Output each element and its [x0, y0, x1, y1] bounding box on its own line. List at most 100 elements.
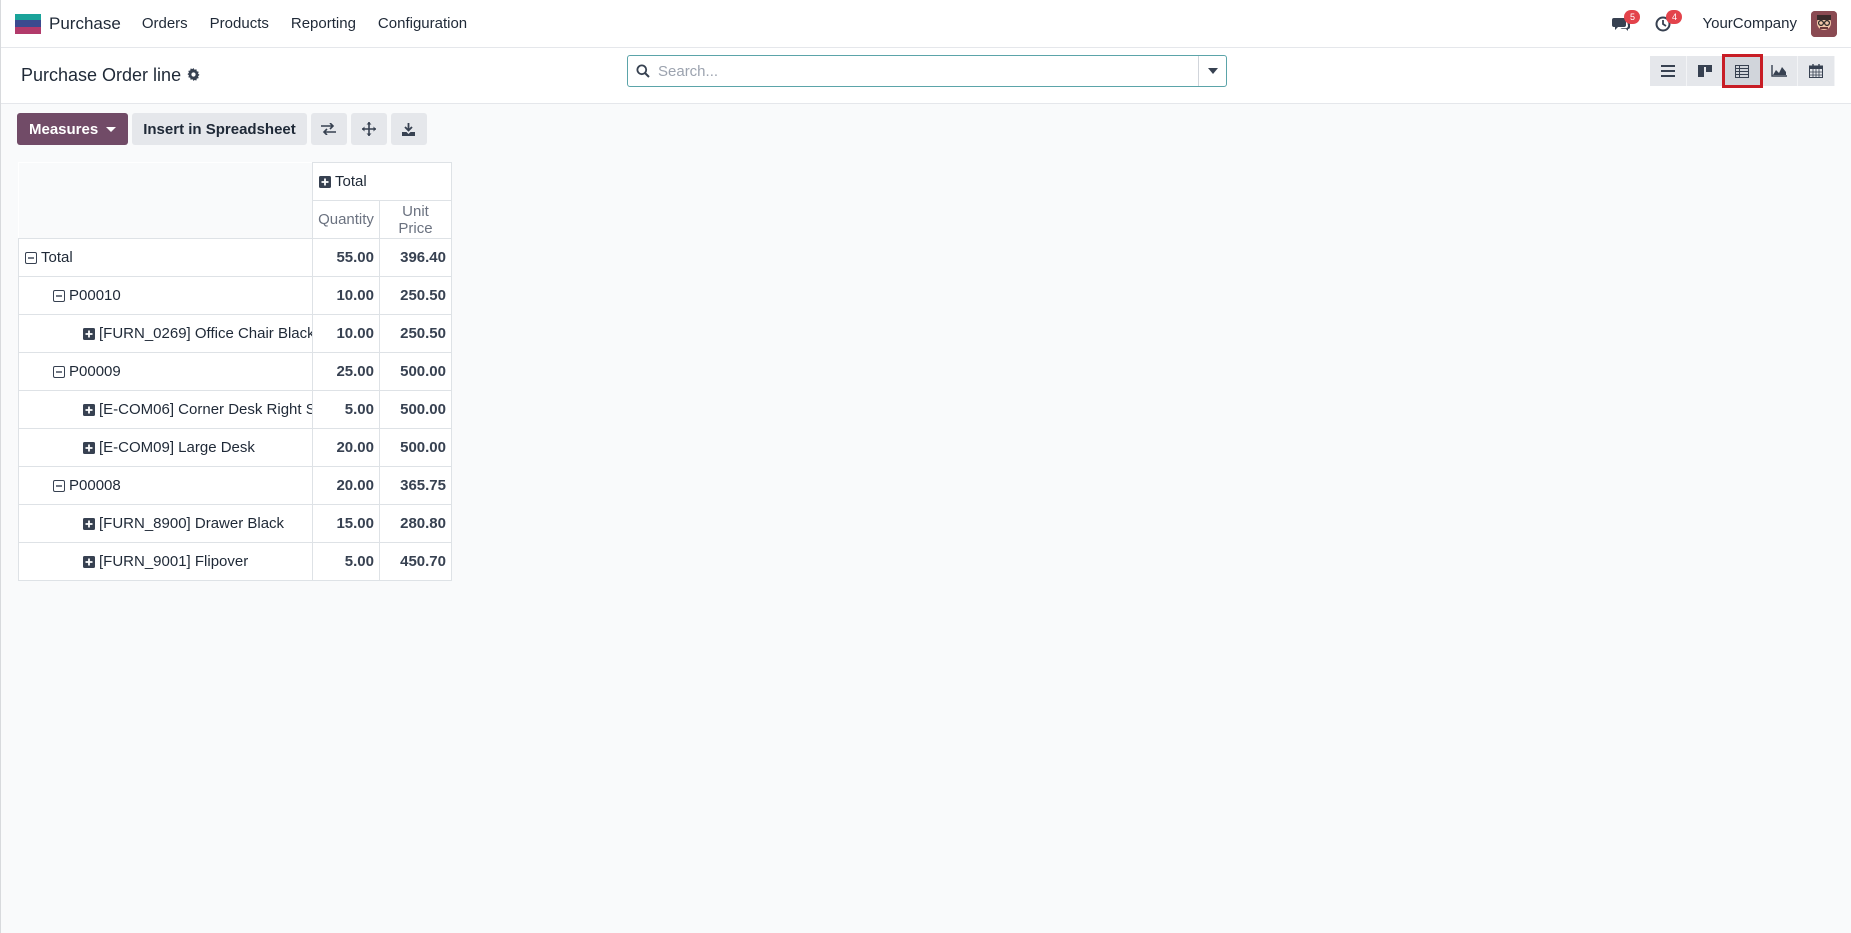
cell-quantity[interactable]: 5.00: [312, 390, 380, 429]
cell-unit-price[interactable]: 500.00: [379, 390, 452, 429]
pivot-row-header[interactable]: [E-COM09] Large Desk: [18, 428, 313, 467]
row-header-label: P00008: [69, 477, 121, 494]
pivot-row: P00010 10.00 250.50: [18, 276, 452, 315]
cell-quantity[interactable]: 15.00: [312, 504, 380, 543]
area-chart-icon: [1771, 65, 1787, 77]
app-name[interactable]: Purchase: [49, 14, 121, 34]
pivot-row: P00008 20.00 365.75: [18, 466, 452, 505]
flip-axis-button[interactable]: [310, 113, 347, 145]
messages-button[interactable]: 5: [1606, 9, 1641, 39]
pivot-view-button[interactable]: [1722, 54, 1763, 88]
purchase-app-icon[interactable]: [15, 13, 41, 34]
pivot-row-header[interactable]: [FURN_9001] Flipover: [18, 542, 313, 581]
pivot-row-header[interactable]: [FURN_8900] Drawer Black: [18, 504, 313, 543]
menu-products[interactable]: Products: [199, 15, 280, 32]
cell-unit-price[interactable]: 500.00: [379, 428, 452, 467]
pivot-row: [FURN_8900] Drawer Black 15.00 280.80: [18, 504, 452, 543]
search-bar: [627, 55, 1227, 87]
pivot-table: Total Quantity Unit Price Total 55.00 396.…: [18, 162, 452, 581]
pivot-corner: [18, 162, 313, 239]
insert-label: Insert in Spreadsheet: [143, 120, 296, 138]
measure-header-unit-price[interactable]: Unit Price: [379, 200, 452, 239]
page-title: Purchase Order line: [21, 65, 182, 85]
plus-square-icon: [83, 556, 95, 568]
pivot-row-header[interactable]: P00008: [18, 466, 313, 505]
pivot-row-header[interactable]: [FURN_0269] Office Chair Black: [18, 314, 313, 353]
row-header-label: Total: [41, 249, 73, 266]
cell-unit-price[interactable]: 500.00: [379, 352, 452, 391]
breadcrumb: Purchase Order line: [21, 65, 200, 86]
column-header-label: Total: [335, 173, 367, 190]
caret-down-icon: [1207, 68, 1218, 74]
plus-square-icon: [319, 176, 331, 188]
pivot-row-header[interactable]: P00010: [18, 276, 313, 315]
control-panel: Purchase Order line: [1, 48, 1851, 104]
activities-badge: 4: [1666, 9, 1683, 24]
cell-unit-price[interactable]: 250.50: [379, 314, 452, 353]
table-icon: [1735, 64, 1749, 78]
minus-square-icon: [25, 252, 37, 264]
measures-label: Measures: [29, 120, 99, 138]
graph-view-button[interactable]: [1761, 56, 1798, 86]
view-switcher: [1650, 54, 1835, 88]
flip-axis-icon: [321, 123, 337, 135]
cell-unit-price[interactable]: 450.70: [379, 542, 452, 581]
cell-unit-price[interactable]: 396.40: [379, 238, 452, 277]
plus-square-icon: [83, 518, 95, 530]
minus-square-icon: [53, 480, 65, 492]
cell-unit-price[interactable]: 365.75: [379, 466, 452, 505]
pivot-column-header-total[interactable]: Total: [312, 162, 452, 201]
row-header-label: [E-COM06] Corner Desk Right Sit: [99, 401, 313, 418]
gear-icon[interactable]: [187, 67, 200, 84]
list-view-button[interactable]: [1650, 56, 1687, 86]
pivot-row-header[interactable]: P00009: [18, 352, 313, 391]
row-header-label: [FURN_0269] Office Chair Black: [99, 325, 313, 342]
cell-unit-price[interactable]: 280.80: [379, 504, 452, 543]
row-header-label: [FURN_9001] Flipover: [99, 553, 249, 570]
pivot-row: P00009 25.00 500.00: [18, 352, 452, 391]
user-avatar[interactable]: [1811, 10, 1837, 37]
systray: 5 4 YourCompany: [1594, 9, 1837, 39]
activities-button[interactable]: 4: [1648, 9, 1683, 39]
cell-quantity[interactable]: 5.00: [312, 542, 380, 581]
cell-unit-price[interactable]: 250.50: [379, 276, 452, 315]
kanban-icon: [1698, 65, 1712, 77]
pivot-toolbar: Measures Insert in Spreadsheet: [17, 113, 427, 145]
expand-all-icon: [361, 122, 376, 136]
messages-badge: 5: [1624, 9, 1641, 24]
insert-in-spreadsheet-button[interactable]: Insert in Spreadsheet: [132, 113, 307, 145]
search-options-toggle[interactable]: [1198, 56, 1226, 86]
calendar-view-button[interactable]: [1798, 56, 1835, 86]
download-icon: [402, 122, 416, 136]
cell-quantity[interactable]: 25.00: [312, 352, 380, 391]
menu-configuration[interactable]: Configuration: [367, 15, 478, 32]
search-icon: [628, 64, 658, 78]
row-header-label: [E-COM09] Large Desk: [99, 439, 255, 456]
download-button[interactable]: [390, 113, 427, 145]
kanban-view-button[interactable]: [1687, 56, 1724, 86]
search-input[interactable]: [658, 56, 1198, 86]
cell-quantity[interactable]: 10.00: [312, 276, 380, 315]
pivot-row: Total 55.00 396.40: [18, 238, 452, 277]
calendar-icon: [1809, 64, 1823, 78]
pivot-row-header[interactable]: [E-COM06] Corner Desk Right Sit: [18, 390, 313, 429]
measures-button[interactable]: Measures: [17, 113, 129, 145]
menu-orders[interactable]: Orders: [131, 15, 199, 32]
plus-square-icon: [83, 404, 95, 416]
menu-reporting[interactable]: Reporting: [280, 15, 367, 32]
cell-quantity[interactable]: 20.00: [312, 428, 380, 467]
pivot-row: [E-COM09] Large Desk 20.00 500.00: [18, 428, 452, 467]
expand-all-button[interactable]: [350, 113, 387, 145]
plus-square-icon: [83, 328, 95, 340]
measure-header-quantity[interactable]: Quantity: [312, 200, 380, 239]
cell-quantity[interactable]: 20.00: [312, 466, 380, 505]
minus-square-icon: [53, 366, 65, 378]
top-navbar: Purchase Orders Products Reporting Confi…: [1, 0, 1851, 48]
pivot-row-header[interactable]: Total: [18, 238, 313, 277]
cell-quantity[interactable]: 55.00: [312, 238, 380, 277]
pivot-row: [FURN_0269] Office Chair Black 10.00 250.5…: [18, 314, 452, 353]
company-switcher[interactable]: YourCompany: [1702, 15, 1797, 32]
list-icon: [1661, 65, 1675, 77]
cell-quantity[interactable]: 10.00: [312, 314, 380, 353]
minus-square-icon: [53, 290, 65, 302]
